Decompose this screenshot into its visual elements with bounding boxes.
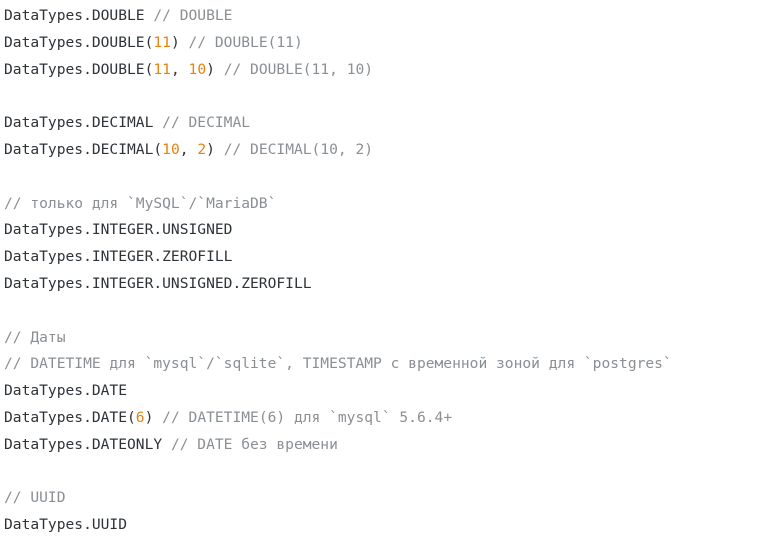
code-text: DataTypes.UUID bbox=[4, 516, 128, 534]
code-text: DataTypes.DATE( bbox=[4, 408, 136, 426]
code-comment: // DATETIME(6) для `mysql` 5.6.4+ bbox=[162, 408, 453, 426]
code-text: ) bbox=[144, 408, 163, 426]
code-comment: // DATETIME для `mysql`/`sqlite`, TIMEST… bbox=[4, 355, 672, 373]
code-comment: // DOUBLE(11) bbox=[188, 33, 303, 51]
code-line: DataTypes.DECIMAL(10, 2) // DECIMAL(10, … bbox=[4, 137, 672, 164]
code-number: 10 bbox=[188, 60, 207, 78]
code-text: DataTypes.DECIMAL( bbox=[4, 140, 163, 158]
code-comment: // DOUBLE bbox=[153, 7, 233, 24]
code-text: DataTypes.DOUBLE bbox=[4, 7, 154, 24]
code-text: , bbox=[170, 60, 189, 78]
code-text: DataTypes.INTEGER.UNSIGNED.ZEROFILL bbox=[4, 274, 312, 292]
code-line: DataTypes.DATE(6) // DATETIME(6) для `my… bbox=[4, 405, 672, 432]
code-line: DataTypes.DATE bbox=[4, 378, 672, 405]
code-line: DataTypes.DOUBLE(11, 10) // DOUBLE(11, 1… bbox=[4, 57, 672, 84]
code-text: , bbox=[179, 140, 198, 158]
code-text: DataTypes.DECIMAL bbox=[4, 114, 163, 132]
code-line: DataTypes.INTEGER.ZEROFILL bbox=[4, 244, 672, 271]
code-number: 10 bbox=[162, 140, 180, 158]
code-line: DataTypes.UUID bbox=[4, 512, 672, 539]
code-line: DataTypes.INTEGER.UNSIGNED.ZEROFILL bbox=[4, 271, 672, 298]
code-number: 2 bbox=[197, 140, 207, 158]
code-text: ) bbox=[206, 140, 224, 158]
code-comment: // Даты bbox=[4, 328, 66, 346]
code-comment: // DECIMAL(10, 2) bbox=[223, 140, 374, 158]
code-text: DataTypes.DATEONLY bbox=[4, 435, 171, 453]
code-line: // UUID bbox=[4, 485, 672, 512]
code-text: DataTypes.DATE bbox=[4, 382, 128, 400]
code-number: 11 bbox=[153, 60, 171, 78]
code-text: DataTypes.INTEGER.UNSIGNED bbox=[4, 221, 233, 239]
code-line: DataTypes.INTEGER.UNSIGNED bbox=[4, 217, 672, 244]
code-line: DataTypes.DATEONLY // DATE без времени bbox=[4, 432, 672, 459]
code-text: ) bbox=[206, 60, 224, 78]
code-line: // DATETIME для `mysql`/`sqlite`, TIMEST… bbox=[4, 351, 672, 378]
code-block: DataTypes.DOUBLE // DOUBLE DataTypes.DOUB… bbox=[4, 3, 672, 539]
code-text: DataTypes.INTEGER.ZEROFILL bbox=[4, 248, 233, 266]
code-line: DataTypes.DECIMAL // DECIMAL bbox=[4, 110, 672, 137]
code-line: DataTypes.DOUBLE // DOUBLE bbox=[4, 3, 672, 30]
code-line: // Даты bbox=[4, 325, 672, 352]
code-line: // только для `MySQL`/`MariaDB` bbox=[4, 191, 672, 218]
code-number: 11 bbox=[153, 33, 171, 51]
code-text: DataTypes.DOUBLE( bbox=[4, 33, 154, 51]
code-line: DataTypes.DOUBLE(11) // DOUBLE(11) bbox=[4, 30, 672, 57]
code-number: 6 bbox=[135, 408, 145, 426]
code-text: ) bbox=[170, 33, 189, 51]
code-comment: // DATE без времени bbox=[170, 435, 338, 453]
code-comment: // только для `MySQL`/`MariaDB` bbox=[4, 194, 277, 212]
code-text: DataTypes.DOUBLE( bbox=[4, 60, 154, 78]
code-comment: // DECIMAL bbox=[162, 114, 251, 132]
code-comment: // DOUBLE(11, 10) bbox=[223, 60, 374, 78]
code-comment: // UUID bbox=[4, 489, 66, 507]
